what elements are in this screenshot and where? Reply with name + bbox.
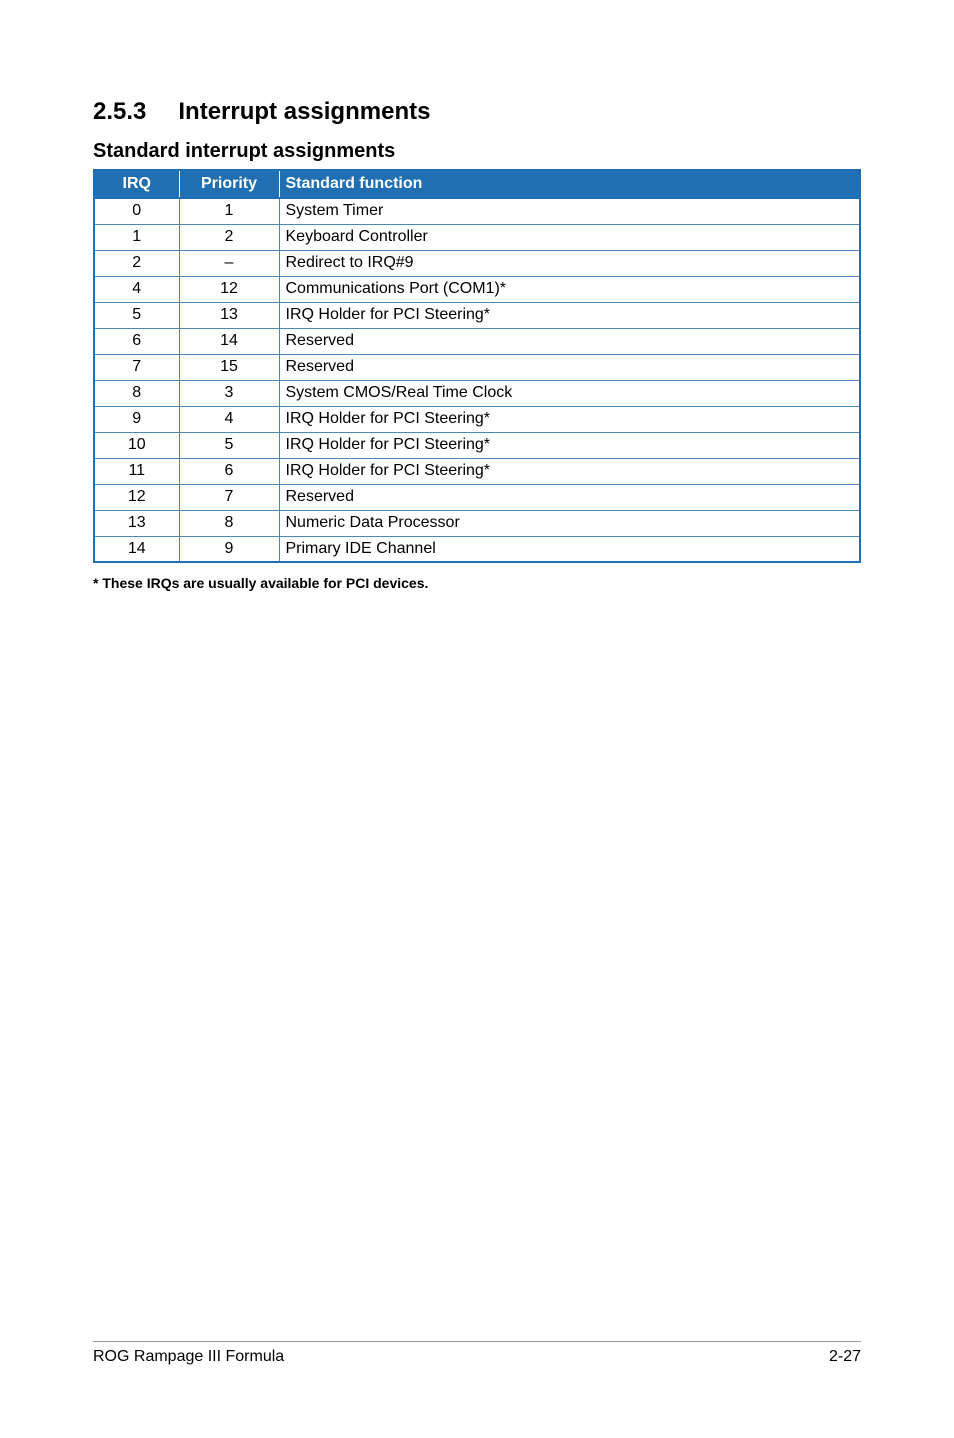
table-row: 2–Redirect to IRQ#9: [94, 250, 860, 276]
cell-irq: 8: [94, 380, 179, 406]
cell-irq: 6: [94, 328, 179, 354]
cell-function: Reserved: [279, 328, 860, 354]
cell-function: System CMOS/Real Time Clock: [279, 380, 860, 406]
header-function: Standard function: [279, 170, 860, 198]
cell-priority: 14: [179, 328, 279, 354]
cell-priority: 3: [179, 380, 279, 406]
cell-function: Reserved: [279, 354, 860, 380]
cell-function: IRQ Holder for PCI Steering*: [279, 458, 860, 484]
table-row: 116IRQ Holder for PCI Steering*: [94, 458, 860, 484]
table-row: 614Reserved: [94, 328, 860, 354]
table-row: 149Primary IDE Channel: [94, 536, 860, 562]
cell-irq: 0: [94, 198, 179, 224]
cell-irq: 14: [94, 536, 179, 562]
footer-right: 2-27: [829, 1348, 861, 1366]
cell-function: Primary IDE Channel: [279, 536, 860, 562]
cell-priority: 5: [179, 432, 279, 458]
section-number: 2.5.3: [93, 98, 146, 126]
section-heading: 2.5.3 Interrupt assignments: [93, 98, 861, 126]
cell-irq: 10: [94, 432, 179, 458]
cell-irq: 11: [94, 458, 179, 484]
cell-priority: 13: [179, 302, 279, 328]
cell-priority: 12: [179, 276, 279, 302]
cell-function: Numeric Data Processor: [279, 510, 860, 536]
cell-irq: 4: [94, 276, 179, 302]
cell-function: IRQ Holder for PCI Steering*: [279, 302, 860, 328]
cell-irq: 7: [94, 354, 179, 380]
irq-table: IRQ Priority Standard function 01System …: [93, 169, 861, 563]
cell-priority: 7: [179, 484, 279, 510]
cell-function: Keyboard Controller: [279, 224, 860, 250]
cell-irq: 13: [94, 510, 179, 536]
cell-priority: 15: [179, 354, 279, 380]
section-title: Interrupt assignments: [178, 98, 430, 125]
cell-irq: 1: [94, 224, 179, 250]
header-priority: Priority: [179, 170, 279, 198]
cell-priority: 6: [179, 458, 279, 484]
table-row: 127Reserved: [94, 484, 860, 510]
table-row: 105IRQ Holder for PCI Steering*: [94, 432, 860, 458]
table-row: 01System Timer: [94, 198, 860, 224]
cell-priority: 1: [179, 198, 279, 224]
cell-function: IRQ Holder for PCI Steering*: [279, 432, 860, 458]
table-row: 138Numeric Data Processor: [94, 510, 860, 536]
cell-irq: 2: [94, 250, 179, 276]
table-header-row: IRQ Priority Standard function: [94, 170, 860, 198]
footer-left: ROG Rampage III Formula: [93, 1348, 284, 1366]
cell-function: Reserved: [279, 484, 860, 510]
cell-function: IRQ Holder for PCI Steering*: [279, 406, 860, 432]
sub-heading: Standard interrupt assignments: [93, 140, 861, 163]
footnote: * These IRQs are usually available for P…: [93, 575, 861, 591]
page-footer: ROG Rampage III Formula 2-27: [93, 1341, 861, 1366]
cell-irq: 5: [94, 302, 179, 328]
table-row: 513IRQ Holder for PCI Steering*: [94, 302, 860, 328]
header-irq: IRQ: [94, 170, 179, 198]
cell-function: System Timer: [279, 198, 860, 224]
table-row: 715Reserved: [94, 354, 860, 380]
cell-irq: 12: [94, 484, 179, 510]
table-row: 83System CMOS/Real Time Clock: [94, 380, 860, 406]
table-row: 94IRQ Holder for PCI Steering*: [94, 406, 860, 432]
table-row: 12Keyboard Controller: [94, 224, 860, 250]
cell-priority: 8: [179, 510, 279, 536]
cell-irq: 9: [94, 406, 179, 432]
cell-priority: 9: [179, 536, 279, 562]
cell-priority: –: [179, 250, 279, 276]
cell-priority: 4: [179, 406, 279, 432]
cell-function: Redirect to IRQ#9: [279, 250, 860, 276]
cell-function: Communications Port (COM1)*: [279, 276, 860, 302]
cell-priority: 2: [179, 224, 279, 250]
table-row: 412Communications Port (COM1)*: [94, 276, 860, 302]
